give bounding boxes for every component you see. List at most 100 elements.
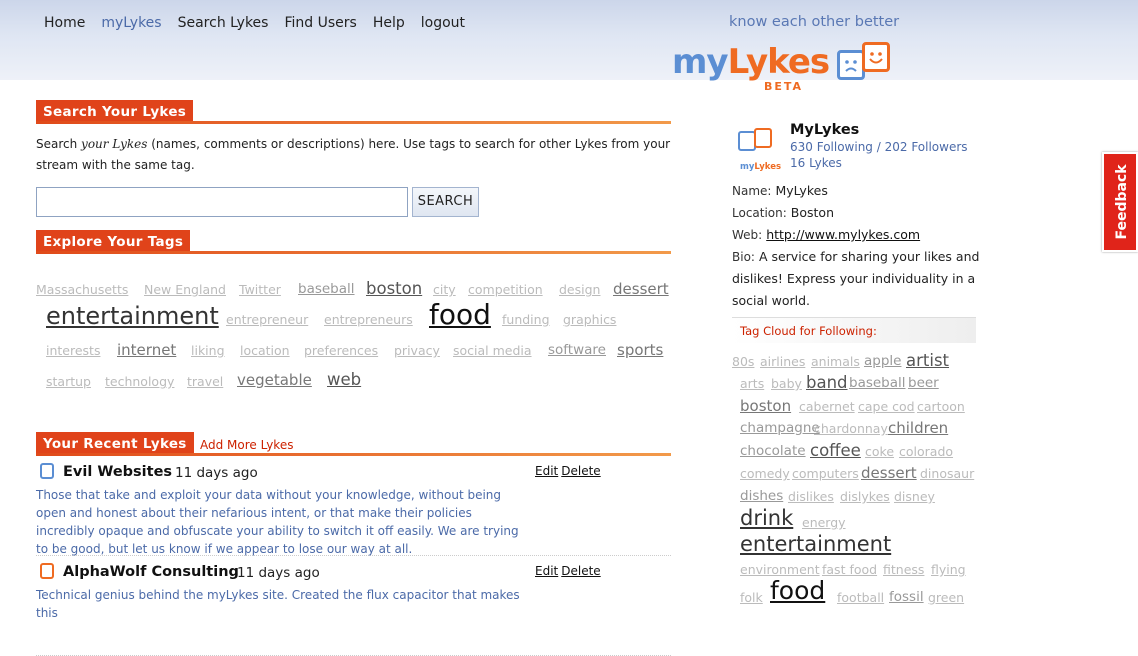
- tag-link[interactable]: funding: [502, 312, 550, 327]
- tag-link[interactable]: privacy: [394, 343, 440, 358]
- tag-link[interactable]: technology: [105, 374, 174, 389]
- tag-link[interactable]: coke: [865, 444, 894, 459]
- tag-link[interactable]: sports: [617, 341, 663, 359]
- feedback-tab[interactable]: Feedback: [1102, 152, 1138, 252]
- tag-link[interactable]: champagne: [740, 420, 820, 436]
- tag-link[interactable]: artist: [906, 351, 949, 370]
- tag-link[interactable]: environment: [740, 562, 820, 577]
- name-label: Name:: [732, 184, 772, 198]
- followers-link[interactable]: 202 Followers: [885, 140, 968, 154]
- tag-link[interactable]: dislikes: [788, 489, 834, 504]
- edit-link[interactable]: Edit: [535, 564, 558, 578]
- tag-link[interactable]: travel: [187, 374, 223, 389]
- tags-section-title: Explore Your Tags: [36, 230, 191, 254]
- tag-link[interactable]: children: [888, 419, 948, 437]
- tag-link[interactable]: chardonnay: [814, 421, 888, 436]
- tag-link[interactable]: beer: [908, 375, 939, 391]
- tag-link[interactable]: disney: [894, 489, 935, 504]
- tag-link[interactable]: competition: [468, 282, 543, 297]
- lyke-name[interactable]: Evil Websites: [63, 464, 172, 480]
- follow-separator: /: [872, 140, 885, 154]
- tag-link[interactable]: dishes: [740, 488, 783, 504]
- tag-link[interactable]: vegetable: [237, 371, 312, 389]
- tag-link[interactable]: chocolate: [740, 443, 806, 459]
- tag-link[interactable]: coffee: [810, 441, 861, 460]
- tag-link[interactable]: dislykes: [840, 489, 890, 504]
- search-description: Search your Lykes (names, comments or de…: [36, 134, 671, 176]
- nav-logout-link[interactable]: logout: [421, 15, 465, 31]
- nav-mylykes-link[interactable]: myLykes: [101, 15, 161, 31]
- tag-link[interactable]: entertainment: [46, 302, 219, 330]
- search-input[interactable]: [36, 187, 408, 217]
- tag-link[interactable]: entrepreneurs: [324, 312, 413, 327]
- lyke-name[interactable]: AlphaWolf Consulting: [63, 564, 239, 580]
- tag-link[interactable]: green: [928, 590, 964, 605]
- nav-home-link[interactable]: Home: [44, 15, 85, 31]
- tag-link[interactable]: fitness: [883, 562, 924, 577]
- tag-link[interactable]: drink: [740, 506, 793, 530]
- tag-link[interactable]: boston: [366, 279, 422, 298]
- tag-link[interactable]: startup: [46, 374, 91, 389]
- tag-link[interactable]: baby: [771, 376, 802, 391]
- tag-link[interactable]: baseball: [298, 281, 355, 297]
- tag-link[interactable]: fast food: [822, 562, 877, 577]
- tag-link[interactable]: entertainment: [740, 532, 891, 556]
- following-link[interactable]: 630 Following: [790, 140, 873, 154]
- tag-link[interactable]: web: [327, 370, 361, 389]
- tag-link[interactable]: folk: [740, 590, 763, 605]
- tag-link[interactable]: design: [559, 282, 600, 297]
- tag-link[interactable]: internet: [117, 341, 176, 359]
- sad-face-icon: [40, 463, 54, 479]
- tag-link[interactable]: entrepreneur: [226, 312, 308, 327]
- tag-link[interactable]: cartoon: [917, 399, 965, 414]
- tag-link[interactable]: comedy: [740, 466, 790, 481]
- tag-link[interactable]: location: [240, 343, 290, 358]
- tag-link[interactable]: dessert: [613, 280, 669, 298]
- tag-link[interactable]: dessert: [861, 464, 917, 482]
- tag-link[interactable]: liking: [191, 343, 225, 358]
- tag-link[interactable]: interests: [46, 343, 100, 358]
- nav-search-link[interactable]: Search Lykes: [178, 15, 269, 31]
- tag-link[interactable]: preferences: [304, 343, 378, 358]
- tag-link[interactable]: airlines: [760, 354, 805, 369]
- tag-link[interactable]: Massachusetts: [36, 282, 128, 297]
- tag-link[interactable]: food: [770, 576, 825, 605]
- tag-link[interactable]: 80s: [732, 354, 754, 369]
- mylykes-logo[interactable]: myLykes BETA: [672, 42, 902, 94]
- tag-link[interactable]: food: [429, 298, 491, 331]
- edit-link[interactable]: Edit: [535, 464, 558, 478]
- delete-link[interactable]: Delete: [561, 564, 600, 578]
- tag-link[interactable]: graphics: [563, 312, 616, 327]
- search-button[interactable]: SEARCH: [412, 187, 479, 217]
- web-link[interactable]: http://www.mylykes.com: [766, 227, 920, 242]
- avatar-label: myLykes: [740, 162, 781, 172]
- tag-link[interactable]: animals: [811, 354, 860, 369]
- tag-link[interactable]: arts: [740, 376, 764, 391]
- tag-link[interactable]: boston: [740, 397, 791, 415]
- nav-help-link[interactable]: Help: [373, 15, 405, 31]
- tag-link[interactable]: baseball: [849, 375, 906, 391]
- tag-link[interactable]: computers: [792, 466, 859, 481]
- tag-link[interactable]: band: [806, 373, 848, 392]
- nav-find-users-link[interactable]: Find Users: [284, 15, 356, 31]
- tag-link[interactable]: cape cod: [858, 399, 915, 414]
- delete-link[interactable]: Delete: [561, 464, 600, 478]
- tag-link[interactable]: cabernet: [799, 399, 855, 414]
- tag-link[interactable]: Twitter: [239, 282, 281, 297]
- bio-value: A service for sharing your likes and dis…: [732, 249, 980, 308]
- tag-link[interactable]: football: [837, 590, 884, 605]
- tag-link[interactable]: software: [548, 342, 606, 358]
- lykes-count-link[interactable]: 16 Lykes: [790, 156, 842, 170]
- tag-link[interactable]: energy: [802, 515, 846, 530]
- tag-link[interactable]: apple: [864, 353, 901, 369]
- tag-link[interactable]: colorado: [899, 444, 953, 459]
- add-more-lykes-link[interactable]: Add More Lykes: [200, 438, 293, 452]
- tag-link[interactable]: fossil: [889, 589, 924, 605]
- tag-link[interactable]: New England: [144, 282, 226, 297]
- tag-link[interactable]: social media: [453, 343, 532, 358]
- tag-link[interactable]: flying: [931, 562, 966, 577]
- tag-link[interactable]: dinosaur: [920, 466, 974, 481]
- tag-link[interactable]: city: [433, 282, 456, 297]
- happy-face-icon: [862, 42, 890, 72]
- search-section-header: Search Your Lykes: [36, 100, 671, 124]
